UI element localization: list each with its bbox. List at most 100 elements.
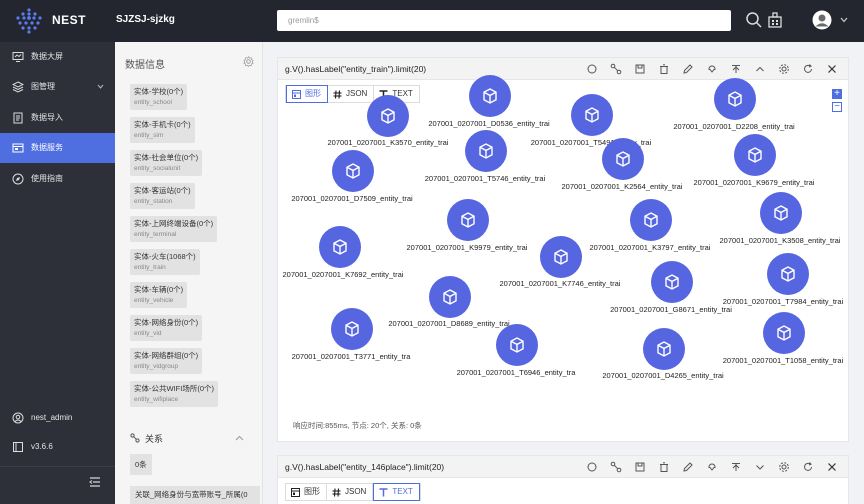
- save-icon[interactable]: [634, 63, 646, 75]
- graph-node[interactable]: [643, 328, 685, 370]
- sidebar-item-label: 数据大屏: [31, 52, 63, 61]
- graph-node[interactable]: [429, 276, 471, 318]
- graph-node-label: 207001_0207001_T6946_entity_tra: [456, 368, 576, 377]
- edit-icon[interactable]: [682, 63, 694, 75]
- sidebar-item-graph-management[interactable]: 图管理: [0, 72, 115, 102]
- graph-node[interactable]: [630, 199, 672, 241]
- pin-icon[interactable]: [730, 63, 742, 75]
- graph-node[interactable]: [540, 236, 582, 278]
- refresh-icon[interactable]: [802, 461, 814, 473]
- edit-icon[interactable]: [682, 461, 694, 473]
- sidebar-item-label: 数据导入: [31, 113, 63, 122]
- graph-node[interactable]: [465, 130, 507, 172]
- entity-item[interactable]: 实体-车辆(0个) entity_vehicle: [130, 282, 188, 308]
- graph-node-label: 207001_0207001_K3570_entity_trai: [327, 138, 449, 147]
- query-panel-header: g.V().hasLabel("entity_146place").limit(…: [278, 456, 848, 478]
- tab-text[interactable]: TEXT: [373, 483, 420, 501]
- refresh-icon[interactable]: [802, 63, 814, 75]
- graph-node[interactable]: [651, 261, 693, 303]
- query-text[interactable]: g.V().hasLabel("entity_train").limit(20): [285, 64, 426, 74]
- graph-node[interactable]: [447, 199, 489, 241]
- close-icon[interactable]: [826, 461, 838, 473]
- gear-icon[interactable]: [243, 56, 254, 67]
- sidebar-item-data-service[interactable]: 数据服务: [0, 133, 115, 163]
- sidebar-item-data-import[interactable]: 数据导入: [0, 103, 115, 133]
- graph-canvas[interactable]: + − 207001_0207001_D0536_entity_trai 2070…: [278, 75, 848, 410]
- user-icon: [12, 412, 24, 424]
- graph-node[interactable]: [763, 312, 805, 354]
- sidebar-item-label: 图管理: [31, 82, 55, 91]
- download-icon[interactable]: [706, 63, 718, 75]
- graph-node-label: 207001_0207001_K2564_entity_trai: [561, 182, 683, 191]
- chevron-down-icon[interactable]: [840, 17, 848, 23]
- graph-node[interactable]: [760, 192, 802, 234]
- entity-item[interactable]: 实体-社会单位(0个) entity_socialunit: [130, 150, 203, 176]
- cube-icon: [728, 91, 742, 107]
- cube-icon: [333, 239, 347, 255]
- graph-node[interactable]: [767, 253, 809, 295]
- download-icon[interactable]: [706, 461, 718, 473]
- username: nest_admin: [31, 413, 73, 422]
- project-name[interactable]: SJZSJ-sjzkg: [116, 14, 175, 25]
- save-icon[interactable]: [634, 461, 646, 473]
- entity-item[interactable]: 实体-学校(0个) entity_school: [130, 84, 188, 110]
- tab-graph[interactable]: 图形: [286, 484, 327, 500]
- delete-icon[interactable]: [658, 63, 670, 75]
- building-icon[interactable]: [766, 11, 784, 29]
- chevron-up-icon[interactable]: [754, 63, 766, 75]
- entity-item[interactable]: 实体-公共WIFI场所(0个) entity_wifiplace: [130, 381, 218, 407]
- entity-item[interactable]: 实体-客运站(0个) entity_station: [130, 183, 195, 209]
- text-icon: [379, 487, 388, 496]
- graph-node[interactable]: [496, 324, 538, 366]
- settings-icon[interactable]: [778, 63, 790, 75]
- entity-item[interactable]: 实体-火车(1068个) entity_train: [130, 249, 200, 275]
- circle-icon[interactable]: [586, 63, 598, 75]
- menu-collapse-icon[interactable]: [89, 476, 101, 488]
- cube-icon: [665, 274, 679, 290]
- cube-icon: [585, 107, 599, 123]
- user-avatar-icon[interactable]: [812, 10, 832, 30]
- hash-icon: [332, 487, 341, 497]
- cube-icon: [346, 163, 360, 179]
- graph-node[interactable]: [367, 95, 409, 137]
- graph-node[interactable]: [332, 150, 374, 192]
- zoom-in-button[interactable]: +: [832, 89, 842, 99]
- graph-node-label: 207001_0207001_K3508_entity_trai: [719, 236, 841, 245]
- query-status: 响应时间:855ms, 节点: 20个, 关系: 0条: [293, 421, 422, 430]
- cube-icon: [774, 205, 788, 221]
- settings-icon[interactable]: [778, 461, 790, 473]
- chevron-down-icon[interactable]: [754, 461, 766, 473]
- sidebar-item-dashboard[interactable]: 数据大屏: [0, 42, 115, 72]
- sidebar-version: v3.6.6: [0, 436, 115, 458]
- relation-item[interactable]: 关联_网络身份与宽带账号_所属(0: [130, 486, 260, 504]
- link-icon[interactable]: [610, 461, 622, 473]
- close-icon[interactable]: [826, 63, 838, 75]
- graph-node[interactable]: [714, 78, 756, 120]
- graph-node[interactable]: [469, 75, 511, 117]
- graph-node[interactable]: [331, 308, 373, 350]
- entity-item[interactable]: 实体-手机卡(0个) entity_sim: [130, 117, 195, 143]
- graph-node-label: 207001_0207001_D2208_entity_trai: [673, 122, 795, 131]
- zoom-out-button[interactable]: −: [832, 102, 842, 112]
- graph-node[interactable]: [571, 94, 613, 136]
- gremlin-search-input[interactable]: gremlin$: [277, 10, 731, 31]
- cube-icon: [657, 341, 671, 357]
- pin-icon[interactable]: [730, 461, 742, 473]
- tab-json[interactable]: JSON: [327, 484, 374, 500]
- search-icon[interactable]: [745, 11, 763, 29]
- circle-icon[interactable]: [586, 461, 598, 473]
- graph-node-label: 207001_0207001_D8689_entity_trai: [388, 319, 510, 328]
- graph-node[interactable]: [319, 226, 361, 268]
- sidebar-user[interactable]: nest_admin: [0, 407, 115, 429]
- graph-node[interactable]: [602, 138, 644, 180]
- sidebar-item-user-guide[interactable]: 使用指南: [0, 164, 115, 194]
- entity-item[interactable]: 实体-网络身份(0个) entity_vid: [130, 315, 203, 341]
- link-icon[interactable]: [610, 63, 622, 75]
- entity-item[interactable]: 实体-上网终端设备(0个) entity_terminal: [130, 216, 218, 242]
- sidebar-item-label: 数据服务: [31, 143, 63, 152]
- entity-item[interactable]: 实体-网络群组(0个) entity_vidgroup: [130, 348, 203, 374]
- graph-node[interactable]: [734, 134, 776, 176]
- query-text[interactable]: g.V().hasLabel("entity_146place").limit(…: [285, 462, 444, 472]
- chevron-up-icon[interactable]: [235, 435, 244, 441]
- delete-icon[interactable]: [658, 461, 670, 473]
